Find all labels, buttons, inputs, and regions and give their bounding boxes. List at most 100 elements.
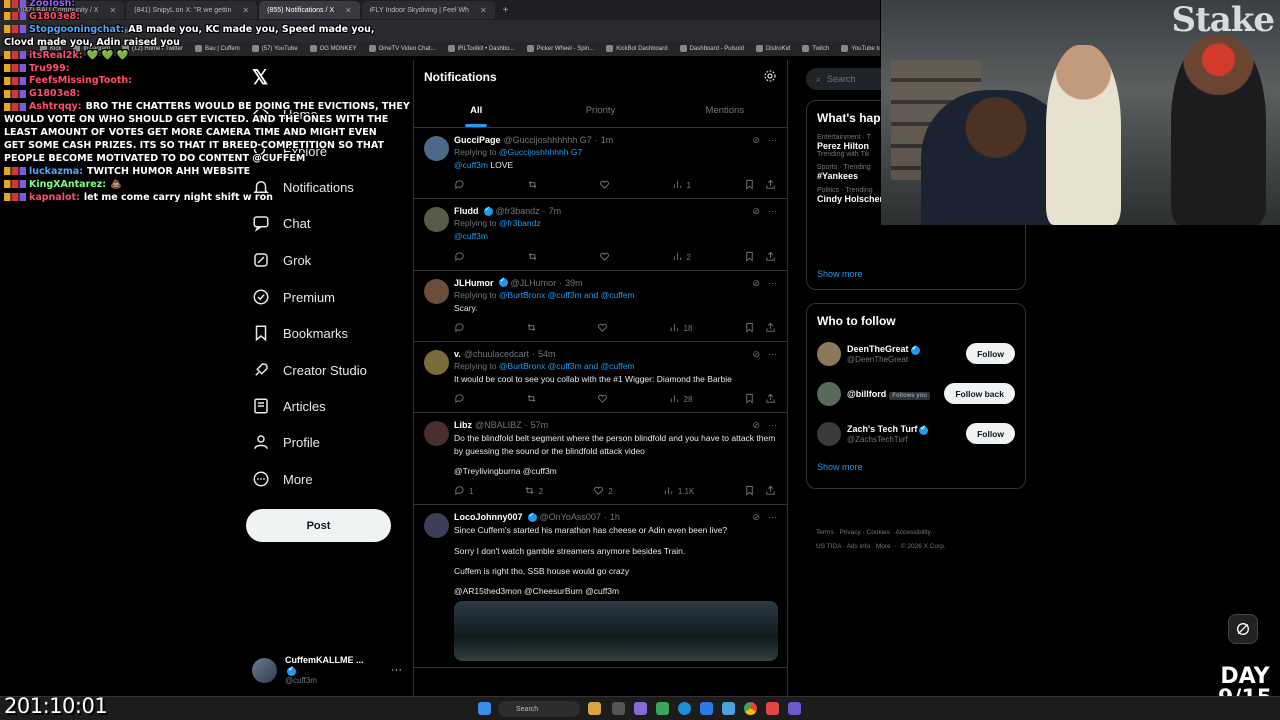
more-dots-icon[interactable]: ··· <box>768 278 777 289</box>
more-dots-icon[interactable]: ··· <box>768 206 777 217</box>
nav-item-home[interactable]: Home <box>252 100 318 128</box>
new-tab-icon[interactable]: + <box>503 5 509 16</box>
taskbar-app-icon[interactable] <box>700 702 713 715</box>
windows-start-icon[interactable] <box>478 702 491 715</box>
taskbar-app-icon[interactable] <box>788 702 801 715</box>
like-button[interactable] <box>599 251 619 264</box>
taskbar-app-icon[interactable] <box>588 702 601 715</box>
post-mention[interactable]: @Treylivingburna @cuff3m <box>454 465 777 477</box>
nav-item-articles[interactable]: Articles <box>252 392 326 420</box>
author-handle[interactable]: @NBALIBZ <box>475 420 522 430</box>
post-mention[interactable]: @AR15thed3mon @CheesurBurn @cuff3m <box>454 585 777 597</box>
follow-suggestion[interactable]: Zach's Tech Turf @ZachsTechTurf Follow <box>807 414 1025 454</box>
post-time[interactable]: 57m <box>531 420 549 430</box>
notification-post[interactable]: Libz @NBALIBZ · 57m ⊘ ··· Do the blindfold bel… <box>414 413 787 506</box>
bookmark-icon[interactable] <box>744 322 755 335</box>
nav-item-grok[interactable]: Grok <box>252 246 311 274</box>
bookmark-item[interactable]: (12) Home / Twitter <box>122 45 183 53</box>
bookmark-item[interactable]: YouTube to WAV D... <box>841 45 880 53</box>
reply-mention[interactable]: @BurtBronx @cuff3m and @cuffem <box>499 361 635 371</box>
close-icon[interactable]: ✕ <box>242 6 249 15</box>
edge-icon[interactable] <box>678 702 691 715</box>
repost-button[interactable] <box>527 251 547 264</box>
bookmark-item[interactable]: IRLToolkit • Dashbo... <box>447 45 515 53</box>
reply-button[interactable] <box>454 179 474 192</box>
repost-button[interactable]: 2 <box>524 485 544 498</box>
bookmark-item[interactable]: OG MONKEY <box>309 45 357 53</box>
post-time[interactable]: 1h <box>610 512 620 522</box>
taskbar-app-icon[interactable] <box>634 702 647 715</box>
grok-icon[interactable]: ⊘ <box>752 420 760 431</box>
grok-icon[interactable]: ⊘ <box>752 512 760 523</box>
bookmark-item[interactable]: (57) YouTube <box>251 45 298 53</box>
tab-all[interactable]: All <box>414 93 538 127</box>
author-handle[interactable]: @Guccijoshhhhhh G7 <box>504 135 592 145</box>
post-time[interactable]: 54m <box>538 349 556 359</box>
reply-button[interactable] <box>454 322 474 335</box>
notification-post[interactable]: Fludd@fr3bandz·7m⊘···Replying to @fr3ban… <box>414 199 787 271</box>
author-handle[interactable]: @fr3bandz <box>496 206 540 216</box>
author-handle[interactable]: @chuulacedcart <box>464 349 529 359</box>
follow-button[interactable]: Follow <box>966 423 1015 444</box>
follow-suggestion[interactable]: @billford Follows you Follow back <box>807 374 1025 414</box>
bookmark-item[interactable]: Dashboard - Pulsoid <box>679 45 744 53</box>
author-name[interactable]: JLHumor <box>454 278 494 288</box>
bookmark-item[interactable]: Bau | Cuffem <box>194 45 240 53</box>
browser-tab[interactable]: (841) SnipyL on X: "R we gettin ✕ <box>126 1 258 19</box>
bookmark-item[interactable]: Kick <box>40 45 61 53</box>
nav-item-profile[interactable]: Profile <box>252 428 320 456</box>
x-logo-icon[interactable]: 𝕏 <box>252 68 272 88</box>
avatar[interactable] <box>424 207 449 233</box>
author-name[interactable]: GucciPage <box>454 135 501 145</box>
show-more-link[interactable]: Show more <box>807 454 1025 482</box>
post-time[interactable]: 39m <box>565 278 583 288</box>
close-icon[interactable]: ✕ <box>345 6 352 15</box>
follow-suggestion[interactable]: DeenTheGreat @DeenTheGreat Follow <box>807 334 1025 374</box>
notification-post[interactable]: JLHumor@JLHumor·39m⊘···Replying to @Burt… <box>414 271 787 342</box>
browser-url-bar[interactable]: x.com/notifications <box>0 20 880 42</box>
post-mention[interactable]: @cuff3m <box>454 231 488 241</box>
bookmark-item[interactable]: DistroKid <box>755 45 790 53</box>
author-name[interactable]: Fludd <box>454 206 479 216</box>
account-switcher[interactable]: CuffemKALLME ... @cuff3m ··· <box>252 654 402 686</box>
share-icon[interactable] <box>765 485 776 498</box>
bookmark-item[interactable]: Picker Wheel - Spin... <box>526 45 594 53</box>
share-icon[interactable] <box>765 179 776 192</box>
avatar[interactable] <box>424 278 449 304</box>
bookmark-icon[interactable] <box>744 251 755 264</box>
reply-button[interactable]: 1 <box>454 485 474 498</box>
tab-mentions[interactable]: Mentions <box>663 93 787 127</box>
bookmark-item[interactable]: OmeTV Video Chat... <box>368 45 436 53</box>
avatar[interactable] <box>424 136 449 161</box>
share-icon[interactable] <box>765 393 776 406</box>
browser-tab[interactable]: (855) Notifications / X ✕ <box>259 1 360 19</box>
author-handle[interactable]: @JLHumor <box>511 278 557 288</box>
author-name[interactable]: v. <box>454 349 461 359</box>
grok-icon[interactable]: ⊘ <box>752 135 760 146</box>
follow-button[interactable]: Follow <box>966 343 1015 364</box>
avatar[interactable] <box>424 513 449 539</box>
share-icon[interactable] <box>765 322 776 335</box>
post-media[interactable] <box>454 601 778 662</box>
views-button[interactable]: 1 <box>672 179 692 192</box>
browser-tab[interactable]: iFLY Indoor Skydiving | Feel Wh ✕ <box>361 1 495 19</box>
author-name[interactable]: LocoJohnny007 <box>454 512 523 522</box>
taskbar-app-icon[interactable] <box>656 702 669 715</box>
post-time[interactable]: 7m <box>549 206 562 216</box>
stream-tool-icon[interactable] <box>1228 614 1258 644</box>
bookmark-item[interactable]: KickBot Dashboard <box>606 45 668 53</box>
footer-line[interactable]: Terms · Privacy · Cookies · Accessibilit… <box>816 526 1026 540</box>
views-button[interactable]: 2 <box>672 251 692 264</box>
taskbar-search[interactable]: Search <box>498 701 580 717</box>
repost-button[interactable] <box>526 393 546 406</box>
like-button[interactable] <box>599 179 619 192</box>
views-button[interactable]: 1.1K <box>663 485 694 498</box>
views-button[interactable]: 18 <box>669 322 692 335</box>
footer-line[interactable]: US TIDA · Ads info · More ··· © 2026 X C… <box>816 540 1026 554</box>
nav-item-bookmarks[interactable]: Bookmarks <box>252 319 348 347</box>
browser-tab[interactable]: (847) BAU Community / X ✕ <box>10 1 125 19</box>
reply-mention[interactable]: @fr3bandz <box>499 218 541 228</box>
bookmark-item[interactable]: Twitch <box>802 45 829 53</box>
bookmark-item[interactable]: Instagram <box>73 45 110 53</box>
notification-post[interactable]: LocoJohnny007@OnYoAss007·1h⊘···Since Cuf… <box>414 505 787 669</box>
